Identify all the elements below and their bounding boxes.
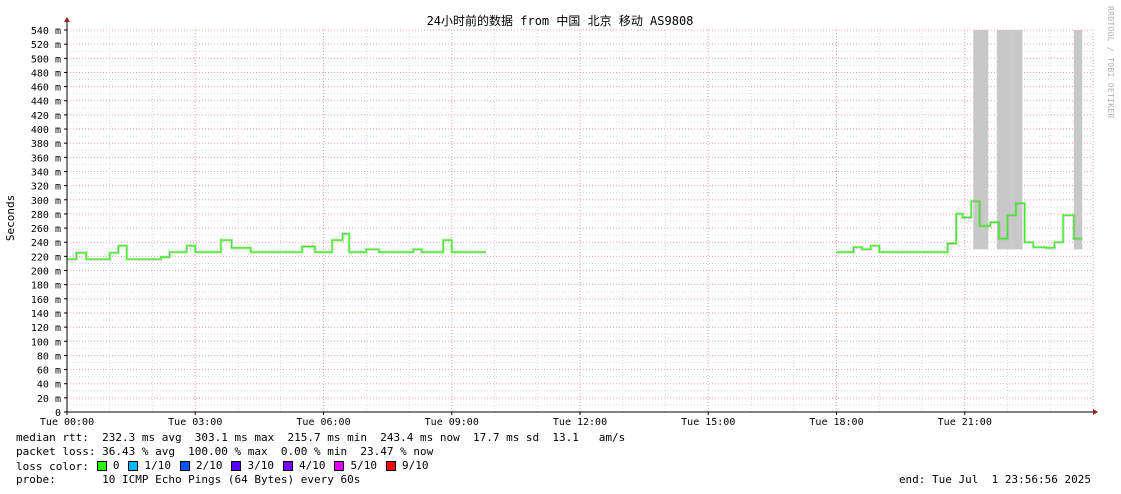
chart-title: 24小时前的数据 from 中国 北京 移动 AS9808	[427, 13, 694, 28]
legend-swatch	[128, 460, 139, 471]
y-tick-label: 180 m	[31, 281, 61, 292]
loss-color-legend: loss color: 0 1/10 2/10 3/10 4/10 5/10 9/10	[16, 459, 437, 474]
y-tick-label: 160 m	[31, 295, 61, 306]
y-tick-label: 240 m	[31, 238, 61, 249]
legend-swatch	[179, 460, 190, 471]
y-tick-label: 20 m	[37, 394, 61, 405]
rtt-series	[67, 199, 1083, 261]
y-tick-label: 500 m	[31, 54, 61, 65]
legend-item: 9/10	[385, 459, 429, 472]
y-tick-label: 460 m	[31, 83, 61, 94]
y-tick-label: 280 m	[31, 210, 61, 221]
x-tick-label: Tue 18:00	[809, 417, 863, 428]
x-tick-label: Tue 06:00	[296, 417, 350, 428]
legend-swatch	[334, 460, 345, 471]
x-tick-label: Tue 00:00	[40, 417, 94, 428]
legend-swatch	[96, 460, 107, 471]
x-tick-label: Tue 03:00	[168, 417, 222, 428]
rtt-smoke	[836, 199, 1083, 254]
watermark: RRDTOOL / TOBI OETIKER	[1106, 6, 1115, 119]
loss-color-label: loss color:	[16, 459, 89, 473]
legend-label: 3/10	[247, 459, 274, 472]
legend-label: 0	[112, 459, 120, 472]
y-axis-arrow	[64, 17, 70, 22]
x-tick-labels: Tue 00:00 Tue 03:00 Tue 06:00 Tue 09:00 Tue …	[40, 417, 992, 428]
y-tick-label: 540 m	[31, 26, 61, 37]
y-tick-label: 400 m	[31, 125, 61, 136]
legend-item: 4/10	[282, 459, 326, 472]
y-tick-label: 260 m	[31, 224, 61, 235]
y-tick-label: 340 m	[31, 167, 61, 178]
y-tick-label: 320 m	[31, 182, 61, 193]
x-axis-arrow	[1093, 409, 1098, 415]
legend-item: 0	[96, 459, 120, 472]
y-tick-label: 360 m	[31, 153, 61, 164]
y-tick-label: 100 m	[31, 337, 61, 348]
legend-label: 9/10	[401, 459, 429, 472]
rtt-smoke	[67, 232, 486, 261]
legend-label: 1/10	[144, 459, 171, 472]
y-tick-label: 200 m	[31, 267, 61, 278]
y-tick-label: 60 m	[37, 366, 61, 377]
legend-swatch	[385, 460, 396, 471]
y-tick-label: 140 m	[31, 309, 61, 320]
packet-loss-line: packet loss: 36.43 % avg 100.00 % max 0.…	[16, 445, 434, 458]
x-tick-label: Tue 12:00	[553, 417, 607, 428]
x-tick-label: Tue 09:00	[425, 417, 479, 428]
rtt-line	[67, 233, 486, 260]
median-rtt-line: median rtt: 232.3 ms avg 303.1 ms max 21…	[16, 431, 626, 444]
y-tick-label: 420 m	[31, 111, 61, 122]
legend-swatch	[282, 460, 293, 471]
legend-label: 2/10	[195, 459, 223, 472]
y-tick-label: 80 m	[37, 351, 61, 362]
y-axis-label: Seconds	[4, 195, 17, 241]
x-tick-label: Tue 15:00	[681, 417, 735, 428]
legend-label: 5/10	[350, 459, 377, 472]
legend-swatch	[231, 460, 242, 471]
y-tick-label: 220 m	[31, 252, 61, 263]
legend-items: 0 1/10 2/10 3/10 4/10 5/10 9/10	[96, 459, 438, 474]
smokeping-chart: 020 m40 m60 m80 m100 m120 m140 m160 m180…	[4, 13, 1098, 428]
end-timestamp: end: Tue Jul 1 23:56:56 2025	[898, 473, 1091, 486]
y-tick-label: 480 m	[31, 68, 61, 79]
y-tick-labels: 020 m40 m60 m80 m100 m120 m140 m160 m180…	[31, 26, 61, 419]
legend-item: 2/10	[179, 459, 223, 472]
y-tick-label: 440 m	[31, 97, 61, 108]
probe-line: probe: 10 ICMP Echo Pings (64 Bytes) eve…	[16, 473, 361, 486]
y-tick-label: 40 m	[37, 380, 61, 391]
legend-item: 3/10	[231, 459, 274, 472]
y-tick-label: 380 m	[31, 139, 61, 150]
grid	[67, 29, 1094, 412]
y-tick-label: 520 m	[31, 40, 61, 51]
x-tick-label: Tue 21:00	[938, 417, 992, 428]
y-tick-label: 300 m	[31, 196, 61, 207]
legend-item: 5/10	[334, 459, 377, 472]
legend-label: 4/10	[298, 459, 326, 472]
y-tick-label: 120 m	[31, 323, 61, 334]
legend-item: 1/10	[128, 459, 171, 472]
